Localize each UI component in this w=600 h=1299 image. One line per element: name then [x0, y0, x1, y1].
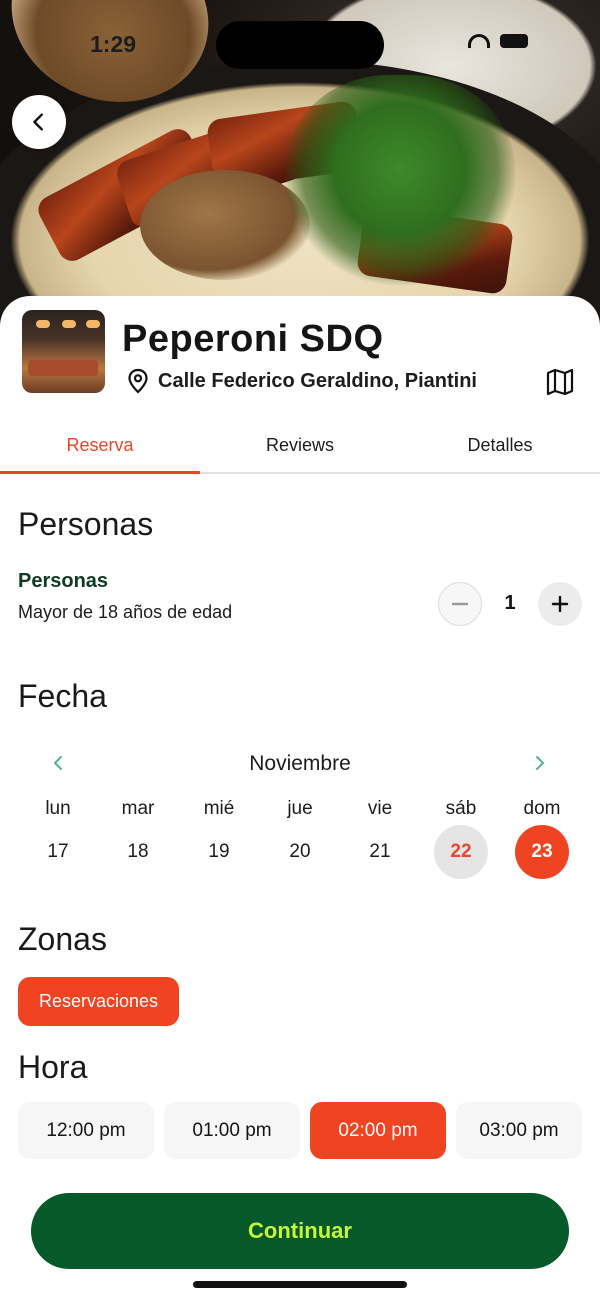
minus-icon [451, 602, 469, 606]
time-chip-selected[interactable]: 02:00 pm [310, 1102, 446, 1159]
time-section-title: Hora [18, 1049, 88, 1085]
calendar-day[interactable]: 20 [273, 825, 327, 879]
decrease-people-button[interactable] [438, 582, 482, 626]
restaurant-name: Peperoni SDQ [122, 318, 384, 360]
zones-section-title: Zonas [18, 921, 107, 957]
people-label: Personas [18, 570, 109, 592]
map-button[interactable] [546, 368, 574, 396]
people-section-title: Personas [18, 506, 154, 542]
chevron-left-icon [54, 756, 62, 770]
calendar-day[interactable]: 19 [192, 825, 246, 879]
people-count: 1 [504, 592, 516, 614]
tab-reviews[interactable]: Reviews [200, 416, 400, 474]
dynamic-island [216, 21, 384, 69]
weekday-label: mié [203, 798, 235, 819]
wifi-icon [468, 34, 490, 48]
tab-reserva[interactable]: Reserva [0, 416, 200, 474]
restaurant-thumbnail [22, 310, 105, 393]
battery-icon [500, 34, 528, 48]
tab-bar: Reserva Reviews Detalles [0, 416, 600, 474]
previous-month-button[interactable] [48, 753, 68, 778]
status-bar-time: 1:29 [90, 31, 137, 57]
weekday-label: dom [523, 798, 561, 819]
address-text: Calle Federico Geraldino, Piantini [158, 369, 477, 392]
reservation-sheet: Peperoni SDQ Calle Federico Geraldino, P… [0, 296, 600, 1299]
weekday-label: lun [45, 798, 71, 819]
next-month-button[interactable] [530, 753, 550, 778]
weekday-label: vie [367, 798, 393, 819]
time-chip[interactable]: 03:00 pm [456, 1102, 582, 1159]
people-subtitle: Mayor de 18 años de edad [18, 602, 233, 622]
weekday-label: mar [121, 798, 155, 819]
increase-people-button[interactable] [538, 582, 582, 626]
plus-icon [551, 595, 569, 613]
zone-chip-reservaciones[interactable]: Reservaciones [18, 977, 179, 1026]
restaurant-address: Calle Federico Geraldino, Piantini [126, 368, 477, 394]
weekday-label: sáb [445, 798, 477, 819]
calendar-day-selected[interactable]: 23 [515, 825, 569, 879]
map-icon [546, 368, 574, 396]
location-pin-icon [128, 368, 148, 394]
back-button[interactable] [12, 95, 66, 149]
calendar-day[interactable]: 22 [434, 825, 488, 879]
weekday-label: jue [287, 798, 313, 819]
calendar-day[interactable]: 18 [111, 825, 165, 879]
home-indicator [193, 1281, 407, 1288]
time-chip[interactable]: 01:00 pm [164, 1102, 300, 1159]
date-section-title: Fecha [18, 678, 107, 714]
calendar-day[interactable]: 21 [353, 825, 407, 879]
calendar-month: Noviembre [249, 752, 351, 775]
back-arrow-icon [33, 113, 43, 131]
tab-detalles[interactable]: Detalles [400, 416, 600, 474]
active-tab-indicator [0, 471, 200, 474]
continue-button[interactable]: Continuar [31, 1193, 569, 1269]
calendar-day[interactable]: 17 [31, 825, 85, 879]
chevron-right-icon [536, 756, 544, 770]
status-bar-indicators [468, 34, 528, 48]
time-chip[interactable]: 12:00 pm [18, 1102, 154, 1159]
